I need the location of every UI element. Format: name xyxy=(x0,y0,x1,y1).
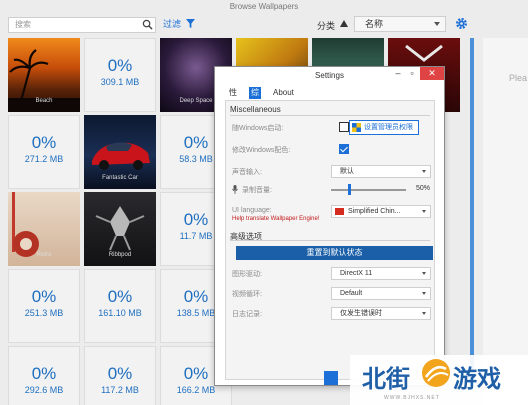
tile-caption: Beach xyxy=(35,98,53,104)
slider-knob[interactable] xyxy=(348,184,352,195)
audio-input-value: 默认 xyxy=(340,168,354,175)
wallpaper-tile[interactable]: 0% 271.2 MB xyxy=(8,115,80,189)
watermark-text-right: 游戏 xyxy=(453,365,501,393)
tab-performance[interactable]: 性能 xyxy=(227,87,239,109)
chevron-down-icon xyxy=(422,312,426,315)
tile-caption: Retro xyxy=(36,252,52,258)
chevron-down-icon xyxy=(422,170,426,173)
ui-language-label: UI language: xyxy=(232,207,272,214)
renderer-label: 图形驱动: xyxy=(232,271,262,278)
tab-about[interactable]: About xyxy=(271,87,296,99)
microphone-icon xyxy=(232,185,238,194)
startup-checkbox[interactable] xyxy=(339,122,349,132)
funnel-icon[interactable] xyxy=(186,19,195,28)
scrollbar[interactable] xyxy=(466,38,480,378)
watermark-text-left: 北街 xyxy=(362,365,410,393)
download-percent: 0% xyxy=(31,287,57,306)
wallpaper-tile[interactable]: 0% 161.10 MB xyxy=(84,269,156,343)
wallpaper-tile[interactable]: 0% 117.2 MB xyxy=(84,346,156,405)
ui-language-value: Simplified Chin... xyxy=(348,208,401,215)
close-button[interactable]: ✕ xyxy=(420,67,444,80)
section-divider xyxy=(230,240,430,241)
search-input[interactable]: 搜索 xyxy=(8,17,156,33)
audio-input-select[interactable]: 默认 xyxy=(331,165,431,178)
search-icon[interactable] xyxy=(142,19,153,30)
adjust-color-label: 修改Windows配色: xyxy=(232,147,291,154)
download-percent: 0% xyxy=(31,364,57,383)
download-percent: 0% xyxy=(107,364,133,383)
download-size: 271.2 MB xyxy=(24,154,64,164)
audio-input-label: 声音输入: xyxy=(232,169,262,176)
startup-label: 随Windows启动: xyxy=(232,125,284,132)
log-select[interactable]: 仅发生错误时 xyxy=(331,307,431,320)
wallpaper-tile[interactable]: Retro xyxy=(8,192,80,266)
admin-button-label: 设置管理员权限 xyxy=(364,124,413,131)
wallpaper-tile[interactable]: Ribbpod xyxy=(84,192,156,266)
tile-caption: Fantastic Car xyxy=(102,175,138,181)
watermark-url: WWW.BJHXS.NET xyxy=(384,395,440,401)
video-loop-select[interactable]: Default xyxy=(331,287,431,300)
chevron-down-icon xyxy=(422,272,426,275)
reset-defaults-button[interactable]: 重置到默认状态 xyxy=(236,246,433,260)
help-translate-link[interactable]: Help translate Wallpaper Engine! xyxy=(232,216,320,222)
download-percent: 0% xyxy=(107,287,133,306)
record-volume-value: 50% xyxy=(416,185,431,192)
chevron-down-icon xyxy=(434,22,440,26)
download-percent: 0% xyxy=(31,133,57,152)
record-volume-slider[interactable] xyxy=(331,184,406,195)
wallpaper-tile[interactable]: 0% 309.1 MB xyxy=(84,38,156,112)
emblem-image xyxy=(405,44,443,62)
tile-caption: Ribbpod xyxy=(108,252,132,258)
china-flag-icon xyxy=(335,208,344,215)
misc-section-header: Miscellaneous xyxy=(230,105,281,114)
wallpaper-tile[interactable]: 0% 292.6 MB xyxy=(8,346,80,405)
watermark-logo-icon xyxy=(422,359,450,387)
download-size: 309.1 MB xyxy=(100,77,140,87)
preview-panel: Plea xyxy=(483,38,528,405)
window-title: Browse Wallpapers xyxy=(229,2,299,11)
renderer-value: DirectX 11 xyxy=(340,270,373,277)
chevron-down-icon xyxy=(422,292,426,295)
renderer-select[interactable]: DirectX 11 xyxy=(331,267,431,280)
section-divider xyxy=(230,115,430,116)
dialog-ok-button[interactable] xyxy=(324,371,338,385)
download-percent: 0% xyxy=(107,56,133,75)
ui-language-select[interactable]: Simplified Chin... xyxy=(331,205,431,218)
shield-icon xyxy=(352,123,361,132)
video-loop-value: Default xyxy=(340,290,363,297)
settings-dialog: Settings – ▫ ✕ 性能 综合 About Miscellaneous… xyxy=(214,66,445,386)
wallpaper-tile[interactable]: Fantastic Car xyxy=(84,115,156,189)
site-watermark: 北街 游戏 WWW.BJHXS.NET xyxy=(350,355,528,405)
download-size: 166.2 MB xyxy=(176,385,216,395)
gear-icon[interactable] xyxy=(455,17,468,30)
sort-direction-icon[interactable] xyxy=(340,20,348,27)
log-value: 仅发生错误时 xyxy=(340,310,382,317)
record-volume-label: 录制音量: xyxy=(242,187,272,194)
sort-select-value: 名称 xyxy=(365,19,384,29)
sort-select[interactable]: 名称 xyxy=(354,16,446,32)
adjust-color-checkbox[interactable] xyxy=(339,144,349,154)
preview-hint: Plea xyxy=(509,73,528,83)
video-loop-label: 视频循环: xyxy=(232,291,262,298)
download-size: 251.3 MB xyxy=(24,308,64,318)
minimize-button[interactable]: – xyxy=(391,67,405,81)
tab-general[interactable]: 综合 xyxy=(249,87,261,109)
download-size: 161.10 MB xyxy=(98,308,142,318)
filter-link[interactable]: 过滤 xyxy=(163,18,181,30)
settings-panel: Miscellaneous 随Windows启动: 设置管理员权限 修改Wind… xyxy=(225,100,435,380)
scrollbar-thumb[interactable] xyxy=(470,38,474,378)
admin-permission-button[interactable]: 设置管理员权限 xyxy=(349,120,419,135)
log-label: 日志记录: xyxy=(232,311,262,318)
wallpaper-tile[interactable]: 0% 251.3 MB xyxy=(8,269,80,343)
search-placeholder: 搜索 xyxy=(15,20,31,29)
download-size: 292.6 MB xyxy=(24,385,64,395)
download-size: 117.2 MB xyxy=(101,385,139,395)
dialog-titlebar[interactable]: Settings – ▫ ✕ xyxy=(215,67,444,85)
maximize-button[interactable]: ▫ xyxy=(405,67,419,81)
sort-label: 分类 xyxy=(317,21,336,31)
chevron-down-icon xyxy=(422,210,426,213)
wallpaper-tile[interactable]: Beach xyxy=(8,38,80,112)
